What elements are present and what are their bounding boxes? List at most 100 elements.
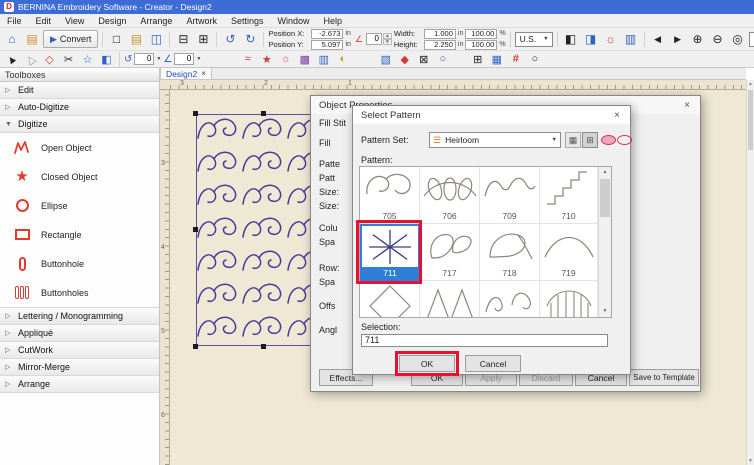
cross-stitch-icon[interactable]: ⊠ — [415, 52, 432, 67]
spin-down-icon[interactable]: ▼ — [383, 39, 392, 45]
toolbox-section-lettering[interactable]: ▷ Lettering / Monogramming — [0, 308, 159, 325]
overview-window-icon[interactable]: ☼ — [602, 30, 620, 48]
pattern-cell-717[interactable]: 717 — [420, 224, 480, 281]
tool-ellipse[interactable]: Ellipse — [0, 191, 159, 220]
menu-arrange[interactable]: Arrange — [133, 16, 179, 26]
forward-icon[interactable]: ▶ — [669, 30, 687, 48]
menu-design[interactable]: Design — [91, 16, 133, 26]
pattern-cell-partial[interactable] — [540, 281, 598, 318]
toolbox-section-auto-digitize[interactable]: ▷ Auto-Digitize — [0, 99, 159, 116]
mirror-tool-icon[interactable]: ◧ — [98, 52, 115, 67]
print-icon[interactable]: ⊟ — [174, 30, 192, 48]
pattern-cell-710[interactable]: 710 — [540, 167, 598, 224]
flower-tool-icon[interactable]: ☼ — [277, 52, 294, 67]
pattern-set-combo[interactable]: ☰ Heirloom ▼ — [429, 132, 561, 148]
selection-handle[interactable] — [261, 344, 266, 349]
rotate-field[interactable]: 0 — [134, 53, 154, 65]
scroll-down-icon[interactable]: ▼ — [747, 457, 754, 465]
filled-preview-icon[interactable] — [601, 135, 616, 145]
tab-close-icon[interactable]: × — [201, 69, 206, 78]
units-combo[interactable]: U.S. ▼ — [515, 32, 553, 47]
save-to-template-button[interactable]: Save to Template — [629, 369, 699, 386]
polygon-select-icon[interactable]: ◇ — [41, 52, 58, 67]
hoop-layout-icon[interactable]: # — [507, 52, 524, 67]
zoom-tool-icon[interactable]: ◎ — [729, 30, 747, 48]
save-design-icon[interactable]: ◫ — [147, 30, 165, 48]
tool-buttonhole[interactable]: Buttonhole — [0, 249, 159, 278]
selection-handle[interactable] — [193, 344, 198, 349]
pattern-fill-icon[interactable]: ▧ — [377, 52, 394, 67]
pattern-grid-scrollbar[interactable]: ▲ ▼ — [598, 167, 611, 317]
motif-fill-icon[interactable]: ◆ — [396, 52, 413, 67]
angle-field[interactable]: 0 — [366, 33, 382, 45]
scroll-up-icon[interactable]: ▲ — [747, 80, 754, 88]
magic-wand-icon[interactable]: ☆ — [79, 52, 96, 67]
star-tool-icon[interactable]: ★ — [258, 52, 275, 67]
scrollbar-thumb[interactable] — [748, 90, 753, 150]
pattern-stamp-icon[interactable]: ▩ — [296, 52, 313, 67]
applique-icon[interactable]: ○ — [434, 52, 451, 67]
selection-field[interactable]: 711 — [361, 334, 608, 347]
knife-tool-icon[interactable]: ✂ — [60, 52, 77, 67]
zoom-in-icon[interactable]: ⊕ — [689, 30, 707, 48]
scrollbar-thumb[interactable] — [600, 179, 610, 217]
motif-run-icon[interactable]: ≈ — [239, 52, 256, 67]
artistic-view-icon[interactable]: ◨ — [582, 30, 600, 48]
redo-icon[interactable]: ↻ — [241, 30, 259, 48]
toolbox-section-arrange[interactable]: ▷ Arrange — [0, 376, 159, 393]
pattern-cell-705[interactable]: 705 — [360, 167, 420, 224]
tool-buttonholes[interactable]: Buttonholes — [0, 278, 159, 307]
fill-stitch-tab[interactable]: Fill Stit — [319, 118, 346, 128]
hoop-icon[interactable]: ○ — [526, 52, 543, 67]
selection-handle[interactable] — [261, 111, 266, 116]
grid-small-icon[interactable]: ▦ — [488, 52, 505, 67]
back-icon[interactable]: ◀ — [649, 30, 667, 48]
zoom-out-icon[interactable]: ⊖ — [709, 30, 727, 48]
film-strip-icon[interactable]: ▥ — [315, 52, 332, 67]
position-x-field[interactable]: -2.673 — [311, 29, 343, 39]
height-field[interactable]: 2.250 — [424, 40, 456, 50]
scale-y-field[interactable]: 100.00 — [465, 40, 497, 50]
toolbox-section-digitize[interactable]: ▼ Digitize — [0, 116, 159, 133]
menu-edit[interactable]: Edit — [29, 16, 59, 26]
menu-view[interactable]: View — [58, 16, 91, 26]
pattern-cell-709[interactable]: 709 — [480, 167, 540, 224]
pattern-cell-partial[interactable] — [360, 281, 420, 318]
menu-artwork[interactable]: Artwork — [179, 16, 224, 26]
close-icon[interactable]: × — [604, 106, 630, 124]
outline-preview-icon[interactable] — [617, 135, 632, 145]
menu-help[interactable]: Help — [317, 16, 350, 26]
tool-closed-object[interactable]: ★ Closed Object — [0, 162, 159, 191]
undo-icon[interactable]: ↺ — [221, 30, 239, 48]
stitch-view-icon[interactable]: ◧ — [562, 30, 580, 48]
large-icon-view-button[interactable]: ⊞ — [582, 132, 598, 148]
open-design-icon[interactable]: ▤ — [127, 30, 145, 48]
zoom-combo[interactable]: 196 ▼ — [749, 32, 754, 47]
dialog-title-bar[interactable]: Select Pattern × — [353, 106, 630, 124]
toolbox-section-mirror-merge[interactable]: ▷ Mirror-Merge — [0, 359, 159, 376]
color-wheel-icon[interactable]: ◐ — [334, 52, 351, 67]
skew-field[interactable]: 0 — [174, 53, 194, 65]
pattern-cell-718[interactable]: 718 — [480, 224, 540, 281]
scroll-down-icon[interactable]: ▼ — [599, 306, 611, 317]
new-design-icon[interactable]: □ — [107, 30, 125, 48]
toolbox-section-edit[interactable]: ▷ Edit — [0, 82, 159, 99]
angle-spinner[interactable]: ▲ ▼ — [383, 33, 392, 45]
menu-window[interactable]: Window — [270, 16, 316, 26]
grid-large-icon[interactable]: ⊞ — [469, 52, 486, 67]
pattern-cell-partial[interactable] — [480, 281, 540, 318]
position-y-field[interactable]: 5.097 — [311, 40, 343, 50]
selection-handle[interactable] — [193, 227, 198, 232]
icon-view-button[interactable]: ▦ — [565, 132, 581, 148]
pattern-cell-partial[interactable] — [420, 281, 480, 318]
menu-file[interactable]: File — [0, 16, 29, 26]
print-preview-icon[interactable]: ⊞ — [194, 30, 212, 48]
toolbox-section-cutwork[interactable]: ▷ CutWork — [0, 342, 159, 359]
vertical-scrollbar[interactable]: ▲ ▼ — [746, 80, 754, 465]
scale-x-field[interactable]: 100.00 — [465, 29, 497, 39]
pattern-cell-719[interactable]: 719 — [540, 224, 598, 281]
scroll-up-icon[interactable]: ▲ — [599, 167, 611, 178]
color-film-icon[interactable]: ▥ — [622, 30, 640, 48]
reshape-tool-icon[interactable]: △ — [19, 48, 42, 70]
toolbox-section-applique[interactable]: ▷ Appliqué — [0, 325, 159, 342]
